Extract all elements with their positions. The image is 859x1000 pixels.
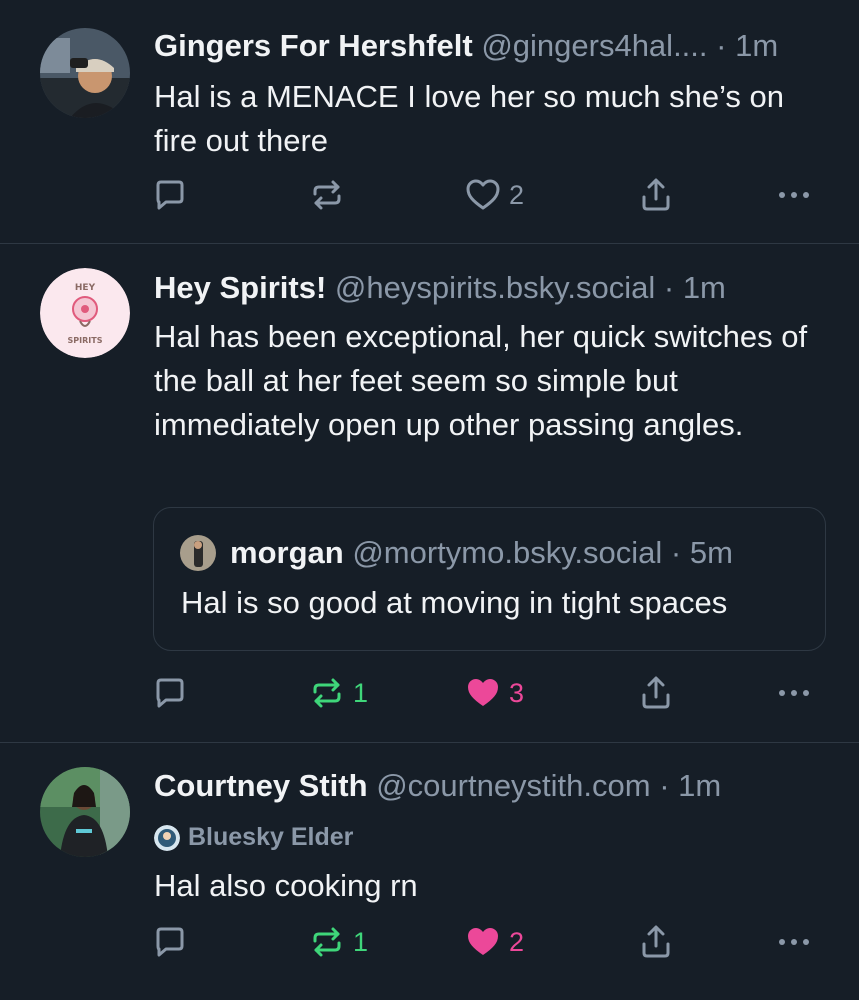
post-header: Courtney Stith @courtneystith.com · 1m bbox=[154, 767, 829, 805]
like-count: 2 bbox=[509, 179, 525, 210]
more-icon bbox=[779, 939, 809, 945]
quote-author-handle[interactable]: @mortymo.bsky.social bbox=[352, 535, 662, 570]
like-button[interactable]: 3 bbox=[465, 673, 524, 713]
author-name[interactable]: Hey Spirits! bbox=[154, 270, 326, 305]
repost-icon bbox=[313, 180, 341, 210]
author-handle[interactable]: @gingers4hal.... bbox=[481, 28, 707, 63]
post-header: Gingers For Hershfelt @gingers4hal.... ·… bbox=[154, 27, 829, 65]
reply-button[interactable] bbox=[152, 922, 196, 962]
more-options-button[interactable] bbox=[776, 673, 812, 713]
heart-icon bbox=[468, 679, 498, 706]
more-options-button[interactable] bbox=[776, 922, 812, 962]
timestamp[interactable]: 1m bbox=[735, 28, 778, 63]
avatar-image bbox=[180, 535, 216, 571]
avatar-label-top: HEY bbox=[75, 283, 96, 293]
post-text: Hal has been exceptional, her quick swit… bbox=[154, 319, 808, 442]
quote-header: morgan @mortymo.bsky.social · 5m bbox=[230, 534, 733, 572]
post-header: Hey Spirits! @heyspirits.bsky.social · 1… bbox=[154, 269, 829, 307]
like-button[interactable]: 2 bbox=[465, 922, 524, 962]
post-text: Hal also cooking rn bbox=[154, 868, 418, 903]
more-options-button[interactable] bbox=[776, 175, 812, 215]
post-actions: 1 3 bbox=[0, 673, 859, 713]
repost-button[interactable] bbox=[309, 175, 353, 215]
share-button[interactable] bbox=[638, 673, 674, 713]
like-count: 2 bbox=[509, 926, 525, 957]
quote-author-name[interactable]: morgan bbox=[230, 535, 344, 570]
quote-avatar[interactable] bbox=[180, 535, 216, 571]
post-text: Hal is a MENACE I love her so much she’s… bbox=[154, 79, 785, 158]
repost-icon bbox=[313, 927, 341, 957]
heart-icon bbox=[466, 179, 500, 210]
author-handle[interactable]: @courtneystith.com bbox=[376, 768, 650, 803]
repost-count: 1 bbox=[353, 677, 369, 708]
author-name[interactable]: Courtney Stith bbox=[154, 768, 368, 803]
avatar-image bbox=[40, 767, 130, 857]
repost-button[interactable]: 1 bbox=[309, 673, 368, 713]
badge-label: Bluesky Elder bbox=[188, 823, 354, 851]
avatar-image: HEY SPIRITS bbox=[40, 268, 130, 358]
separator: · bbox=[663, 270, 675, 305]
quote-timestamp[interactable]: 5m bbox=[690, 535, 733, 570]
avatar[interactable] bbox=[40, 28, 130, 118]
avatar[interactable]: HEY SPIRITS bbox=[40, 268, 130, 358]
share-icon bbox=[642, 178, 670, 211]
reply-button[interactable] bbox=[152, 175, 196, 215]
reply-icon bbox=[156, 927, 184, 957]
like-count: 3 bbox=[509, 677, 525, 708]
share-icon bbox=[642, 925, 670, 958]
timestamp[interactable]: 1m bbox=[678, 768, 721, 803]
reply-icon bbox=[156, 678, 184, 708]
author-handle[interactable]: @heyspirits.bsky.social bbox=[335, 270, 655, 305]
repost-icon bbox=[313, 678, 341, 708]
separator: · bbox=[659, 768, 670, 803]
quoted-post[interactable]: morgan @mortymo.bsky.social · 5m Hal is … bbox=[153, 507, 826, 651]
more-icon bbox=[779, 192, 809, 198]
badge-icon bbox=[154, 824, 180, 851]
separator: · bbox=[670, 535, 682, 570]
feed: Gingers For Hershfelt @gingers4hal.... ·… bbox=[0, 0, 859, 1000]
reply-icon bbox=[156, 180, 184, 210]
author-name[interactable]: Gingers For Hershfelt bbox=[154, 28, 473, 63]
separator: · bbox=[716, 28, 727, 63]
share-button[interactable] bbox=[638, 922, 674, 962]
profile-badge: Bluesky Elder bbox=[154, 823, 353, 852]
share-icon bbox=[642, 676, 670, 709]
post[interactable]: Gingers For Hershfelt @gingers4hal.... ·… bbox=[0, 0, 859, 244]
timestamp[interactable]: 1m bbox=[683, 270, 726, 305]
repost-button[interactable]: 1 bbox=[309, 922, 368, 962]
quote-text: Hal is so good at moving in tight spaces bbox=[181, 585, 728, 620]
post[interactable]: HEY SPIRITS Hey Spirits! @heyspirits.bsk… bbox=[0, 244, 859, 743]
post-actions: 1 2 bbox=[0, 922, 859, 962]
avatar-image bbox=[40, 28, 130, 118]
more-icon bbox=[779, 690, 809, 696]
avatar-label-bottom: SPIRITS bbox=[68, 336, 103, 345]
post-actions: 2 bbox=[0, 175, 859, 215]
repost-count: 1 bbox=[353, 926, 369, 957]
heart-icon bbox=[468, 928, 498, 955]
reply-button[interactable] bbox=[152, 673, 196, 713]
post[interactable]: Courtney Stith @courtneystith.com · 1m B… bbox=[0, 743, 859, 1000]
avatar[interactable] bbox=[40, 767, 130, 857]
like-button[interactable]: 2 bbox=[465, 175, 524, 215]
share-button[interactable] bbox=[638, 175, 674, 215]
